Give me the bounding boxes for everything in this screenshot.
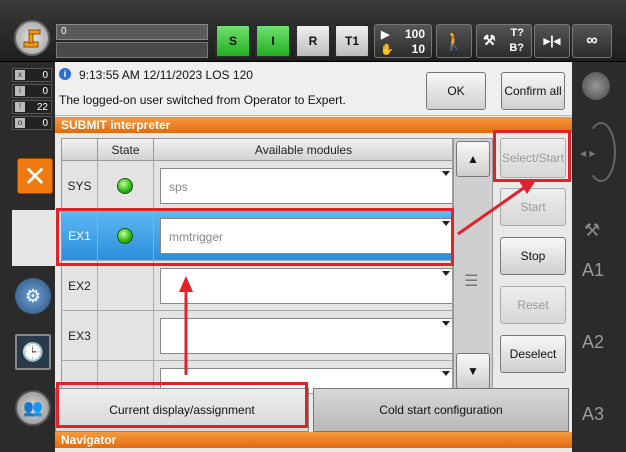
smartpad-screen: 0 S I R T1 ▶ 100 ✋ 10 🚶 ⚒ T? B? ▸|◂ ∞ x: [0, 0, 626, 452]
annotation-arrows: [179, 180, 536, 375]
annotation-arrow-diagonal: [457, 183, 529, 236]
annotation-arrowhead-diagonal: [519, 180, 536, 194]
annotation-arrowhead-up: [179, 276, 193, 292]
